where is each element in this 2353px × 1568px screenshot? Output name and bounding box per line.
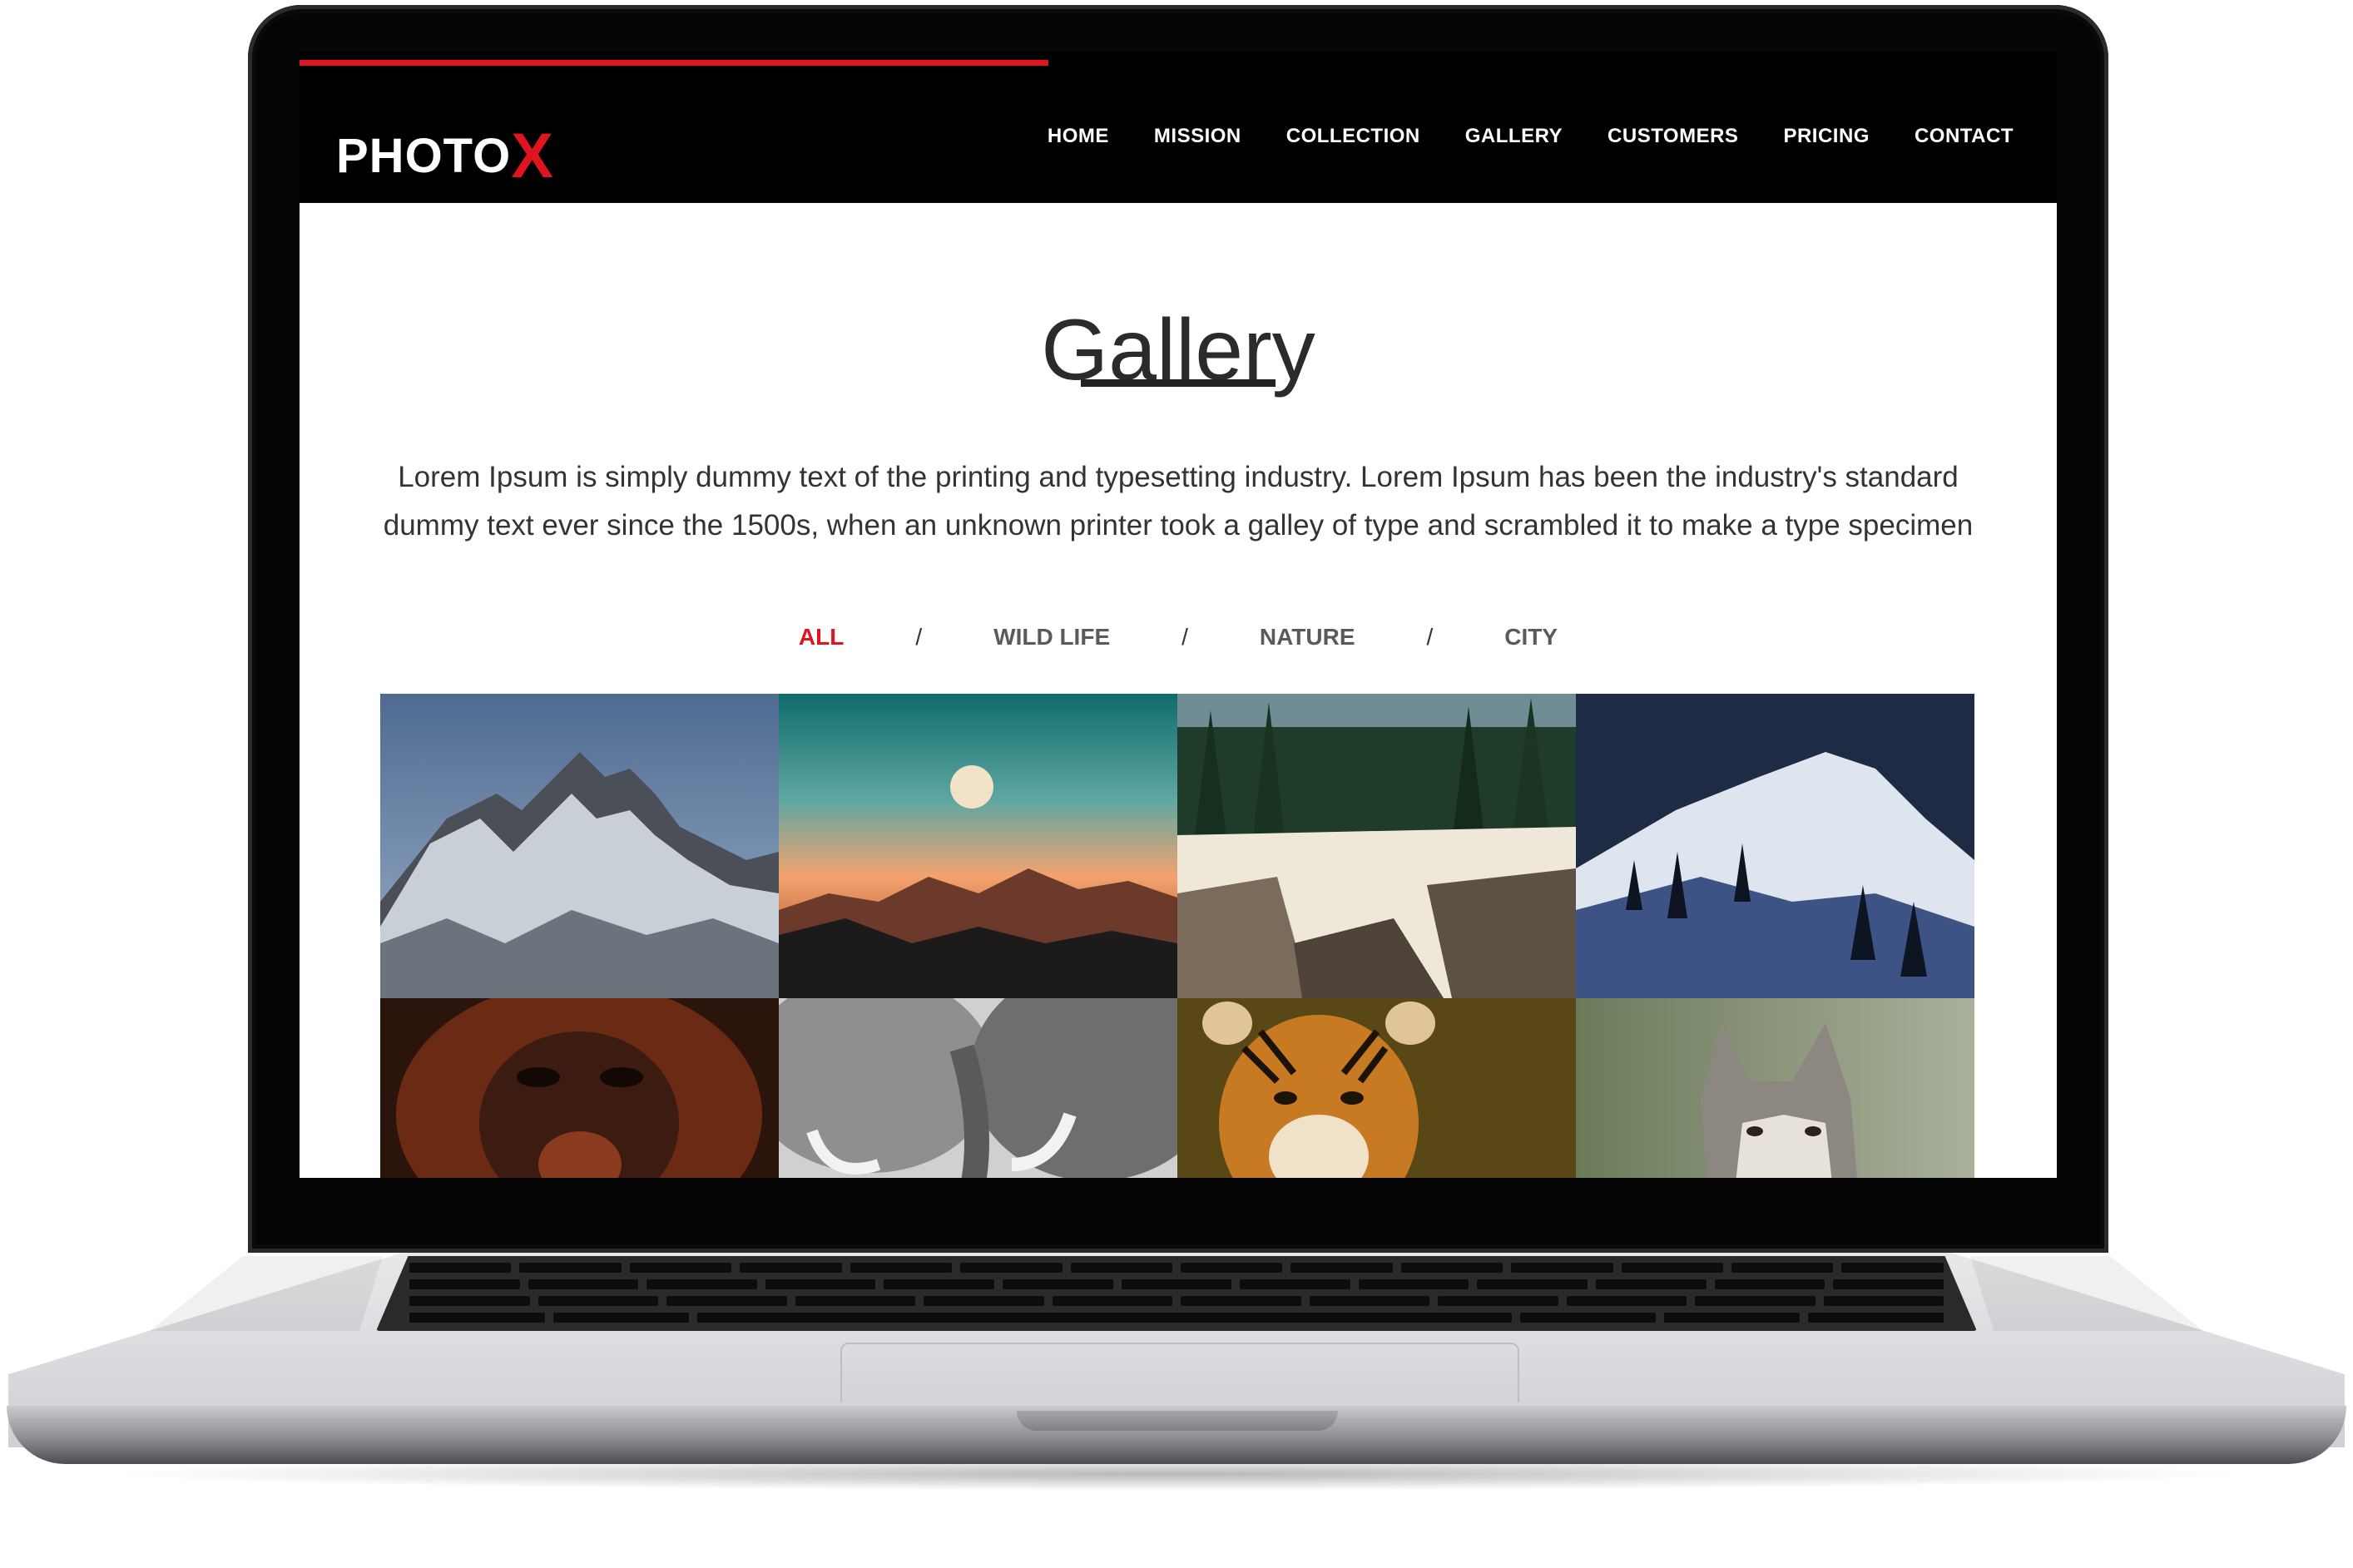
- gallery-photo-wolf[interactable]: [1576, 998, 1974, 1178]
- filter-wild-life[interactable]: WILD LIFE: [993, 624, 1110, 650]
- speaker-grille-left: [150, 1256, 383, 1331]
- gallery-grid: [380, 694, 1974, 1178]
- gallery-photo-snowy-hill[interactable]: [1576, 694, 1974, 998]
- nav-customers[interactable]: CUSTOMERS: [1607, 125, 1738, 148]
- laptop-keyboard: [376, 1256, 1977, 1331]
- gallery-photo-elephants[interactable]: [779, 998, 1177, 1178]
- gallery-filters: ALL / WILD LIFE / NATURE / CITY: [300, 624, 2057, 650]
- speaker-grille-right: [1970, 1256, 2203, 1331]
- filter-separator: /: [1181, 624, 1188, 650]
- gallery-photo-tiger[interactable]: [1177, 998, 1576, 1178]
- filter-nature[interactable]: NATURE: [1260, 624, 1355, 650]
- nav-gallery[interactable]: GALLERY: [1465, 125, 1563, 148]
- nav-mission[interactable]: MISSION: [1154, 125, 1241, 148]
- site-logo[interactable]: PHOTOX: [336, 115, 554, 191]
- nav-home[interactable]: HOME: [1048, 125, 1109, 148]
- gallery-photo-moon-sunset[interactable]: [779, 694, 1177, 998]
- gallery-intro: Lorem Ipsum is simply dummy text of the …: [383, 461, 1974, 542]
- logo-text: PHOTO: [336, 129, 512, 183]
- nav-pricing[interactable]: PRICING: [1783, 125, 1870, 148]
- filter-city[interactable]: CITY: [1504, 624, 1558, 650]
- nav-contact[interactable]: CONTACT: [1915, 125, 2014, 148]
- trackpad: [840, 1343, 1519, 1402]
- title-underline: [1081, 379, 1276, 387]
- site-header: PHOTOX HOME MISSION COLLECTION GALLERY C…: [300, 52, 2057, 203]
- gallery-photo-mountain-peaks[interactable]: [380, 694, 779, 998]
- filter-separator: /: [1426, 624, 1434, 650]
- gallery-photo-forest-waterfall[interactable]: [1177, 694, 1576, 998]
- gallery-photo-orangutan[interactable]: [380, 998, 779, 1178]
- filter-separator: /: [915, 624, 923, 650]
- logo-accent: X: [511, 121, 554, 191]
- lid-notch: [1017, 1411, 1338, 1431]
- filter-all[interactable]: ALL: [799, 624, 844, 650]
- scroll-progress-bar: [300, 60, 1048, 66]
- main-nav: HOME MISSION COLLECTION GALLERY CUSTOMER…: [1048, 125, 2014, 148]
- nav-collection[interactable]: COLLECTION: [1286, 125, 1420, 148]
- laptop-screen: PHOTOX HOME MISSION COLLECTION GALLERY C…: [300, 52, 2057, 1178]
